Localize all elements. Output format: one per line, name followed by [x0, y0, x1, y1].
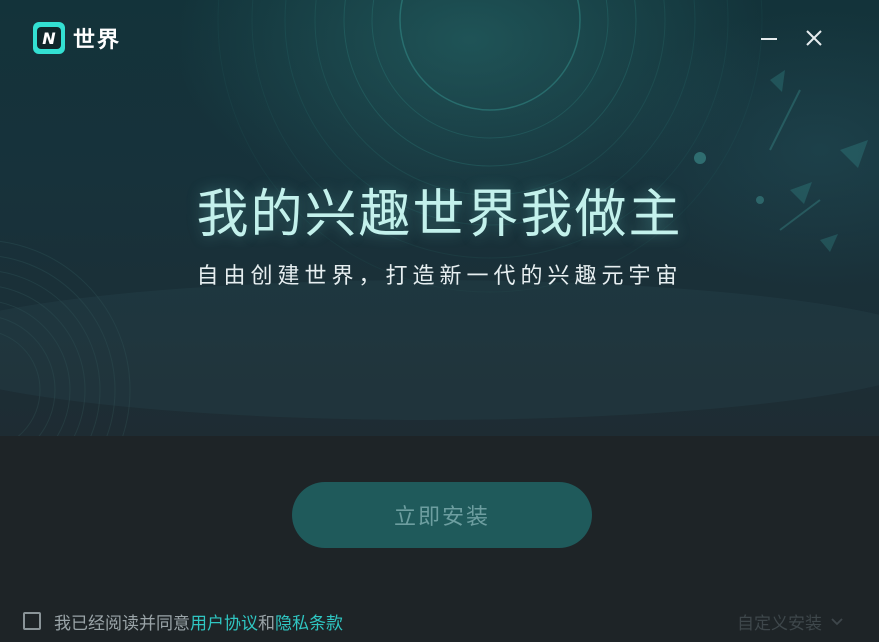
installer-window: N 世界 我的兴趣世界我做主 自由创建世界，打造新一代的兴趣元宇宙 立即安装 我…: [0, 0, 879, 642]
privacy-terms-link[interactable]: 隐私条款: [275, 609, 343, 634]
app-name: 世界: [73, 28, 122, 53]
agreement-row: 我已经阅读并同意 用户协议 和 隐私条款: [23, 609, 343, 634]
close-button[interactable]: [802, 26, 826, 50]
minimize-icon: [761, 38, 777, 40]
logo-letter: N: [37, 27, 61, 49]
agreement-checkbox[interactable]: [23, 612, 41, 630]
custom-install-label: 自定义安装: [737, 613, 822, 634]
install-now-button[interactable]: 立即安装: [292, 482, 592, 548]
hero-subline: 自由创建世界，打造新一代的兴趣元宇宙: [196, 264, 683, 289]
logo-icon: N: [33, 22, 65, 54]
user-agreement-link[interactable]: 用户协议: [190, 609, 258, 634]
hero-banner: N 世界 我的兴趣世界我做主 自由创建世界，打造新一代的兴趣元宇宙: [0, 0, 879, 436]
close-icon: [806, 30, 822, 46]
minimize-button[interactable]: [757, 26, 781, 50]
agreement-conjunction: 和: [258, 613, 275, 634]
hero-headline: 我的兴趣世界我做主: [196, 185, 683, 245]
custom-install-toggle[interactable]: 自定义安装: [737, 609, 844, 634]
agreement-prefix: 我已经阅读并同意: [54, 613, 190, 634]
app-logo: N 世界: [33, 22, 121, 54]
chevron-down-icon: [831, 618, 843, 626]
